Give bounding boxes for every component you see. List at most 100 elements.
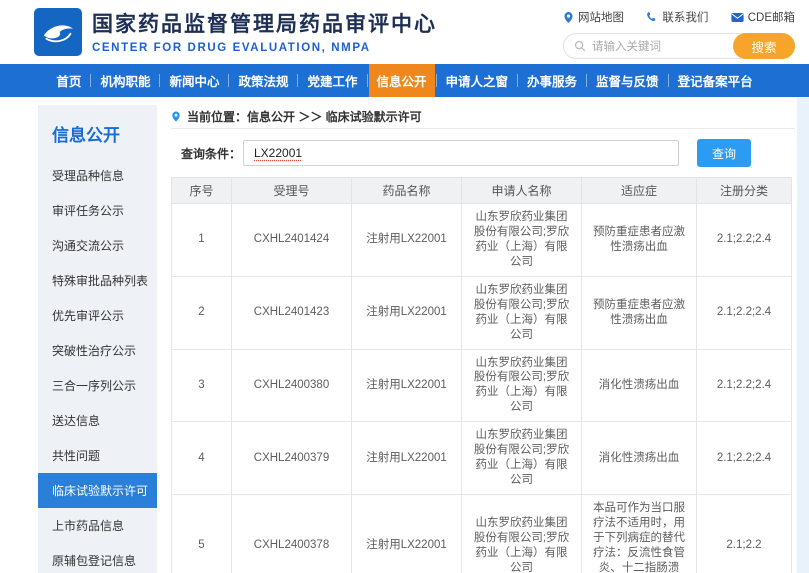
cell-seq: 1 — [172, 204, 232, 277]
cell-seq: 5 — [172, 495, 232, 573]
location-pin-icon — [563, 11, 574, 24]
cell-registration-class: 2.1;2.2;2.4 — [697, 204, 792, 277]
cell-registration-class: 2.1;2.2 — [697, 495, 792, 573]
link-sitemap-label: 网站地图 — [578, 9, 624, 25]
site-search-button[interactable]: 搜索 — [733, 33, 795, 59]
nav-separator — [668, 74, 669, 87]
results-table: 序号 受理号 药品名称 申请人名称 适应症 注册分类 1 CXHL2401424… — [171, 177, 792, 573]
nav-separator — [90, 74, 91, 87]
cell-indication: 预防重症患者应激性溃疡出血 — [582, 276, 697, 349]
cell-seq: 3 — [172, 349, 232, 422]
nav-separator — [517, 74, 518, 87]
link-contact[interactable]: 联系我们 — [646, 9, 708, 25]
col-indication: 适应症 — [582, 178, 697, 204]
main-area: 信息公开 受理品种信息 审评任务公示 沟通交流公示 特殊审批品种列表 优先审评公… — [0, 97, 809, 573]
col-drug-name: 药品名称 — [352, 178, 462, 204]
cell-acceptance-no: CXHL2401423 — [232, 276, 352, 349]
cell-indication: 消化性溃疡出血 — [582, 422, 697, 495]
cell-acceptance-no: CXHL2401424 — [232, 204, 352, 277]
query-label: 查询条件： — [171, 145, 243, 162]
search-icon — [574, 40, 586, 52]
sidebar-item-common-issues[interactable]: 共性问题 — [38, 438, 157, 473]
query-input-value: LX22001 — [254, 146, 302, 160]
table-header-row: 序号 受理号 药品名称 申请人名称 适应症 注册分类 — [172, 178, 792, 204]
table-row: 1 CXHL2401424 注射用LX22001 山东罗欣药业集团股份有限公司;… — [172, 204, 792, 277]
scrollbar-track[interactable] — [797, 97, 809, 573]
sidebar-item-three-in-one[interactable]: 三合一序列公示 — [38, 368, 157, 403]
nav-separator — [297, 74, 298, 87]
cell-registration-class: 2.1;2.2;2.4 — [697, 422, 792, 495]
nav-org-functions[interactable]: 机构职能 — [92, 64, 158, 97]
cell-seq: 2 — [172, 276, 232, 349]
table-row: 2 CXHL2401423 注射用LX22001 山东罗欣药业集团股份有限公司;… — [172, 276, 792, 349]
nav-separator — [586, 74, 587, 87]
nav-separator — [436, 74, 437, 87]
sidebar-item-communication[interactable]: 沟通交流公示 — [38, 228, 157, 263]
nav-separator — [159, 74, 160, 87]
col-applicant: 申请人名称 — [462, 178, 582, 204]
nav-separator — [228, 74, 229, 87]
link-cde-mail-label: CDE邮箱 — [748, 9, 795, 25]
site-title: 国家药品监督管理局药品审评中心 — [92, 8, 437, 38]
site-subtitle: CENTER FOR DRUG EVALUATION, NMPA — [92, 42, 437, 54]
link-contact-label: 联系我们 — [662, 9, 708, 25]
cell-applicant: 山东罗欣药业集团股份有限公司;罗欣药业（上海）有限公司 — [462, 422, 582, 495]
site-header: 国家药品监督管理局药品审评中心 CENTER FOR DRUG EVALUATI… — [0, 0, 809, 64]
sidebar-item-clinical-trial-default-license[interactable]: 临床试验默示许可 — [38, 473, 157, 508]
nav-info-disclosure[interactable]: 信息公开 — [369, 64, 435, 97]
sidebar-item-priority-review[interactable]: 优先审评公示 — [38, 298, 157, 333]
breadcrumb-text: 当前位置：信息公开 ＞＞ 临床试验默示许可 — [187, 108, 422, 125]
cde-logo — [34, 8, 82, 56]
query-input[interactable]: LX22001 — [243, 140, 679, 166]
cell-drug-name: 注射用LX22001 — [352, 276, 462, 349]
cell-drug-name: 注射用LX22001 — [352, 349, 462, 422]
sidebar-title: 信息公开 — [38, 105, 157, 158]
cell-indication: 预防重症患者应激性溃疡出血 — [582, 204, 697, 277]
nav-registration-platform[interactable]: 登记备案平台 — [670, 64, 761, 97]
cell-drug-name: 注射用LX22001 — [352, 495, 462, 573]
cell-acceptance-no: CXHL2400380 — [232, 349, 352, 422]
col-seq: 序号 — [172, 178, 232, 204]
sidebar-item-excipients-registration[interactable]: 原辅包登记信息 — [38, 543, 157, 573]
cell-drug-name: 注射用LX22001 — [352, 422, 462, 495]
sidebar: 信息公开 受理品种信息 审评任务公示 沟通交流公示 特殊审批品种列表 优先审评公… — [38, 105, 157, 573]
cell-applicant: 山东罗欣药业集团股份有限公司;罗欣药业（上海）有限公司 — [462, 276, 582, 349]
nav-party-building[interactable]: 党建工作 — [299, 64, 365, 97]
cell-acceptance-no: CXHL2400379 — [232, 422, 352, 495]
cell-applicant: 山东罗欣药业集团股份有限公司;罗欣药业（上海）有限公司 — [462, 349, 582, 422]
site-search-placeholder: 请输入关键词 — [592, 38, 661, 54]
nav-separator — [367, 74, 368, 87]
breadcrumb: 当前位置：信息公开 ＞＞ 临床试验默示许可 — [171, 105, 795, 129]
cell-registration-class: 2.1;2.2;2.4 — [697, 276, 792, 349]
mail-icon — [731, 12, 744, 23]
nav-supervision-feedback[interactable]: 监督与反馈 — [588, 64, 667, 97]
col-registration-class: 注册分类 — [697, 178, 792, 204]
query-section: 查询条件： LX22001 查询 — [171, 138, 795, 168]
nav-services[interactable]: 办事服务 — [519, 64, 585, 97]
content-area: 当前位置：信息公开 ＞＞ 临床试验默示许可 查询条件： LX22001 查询 序… — [171, 105, 795, 573]
query-button[interactable]: 查询 — [697, 139, 751, 167]
location-pin-icon — [171, 110, 181, 123]
col-acceptance-no: 受理号 — [232, 178, 352, 204]
sidebar-item-review-tasks[interactable]: 审评任务公示 — [38, 193, 157, 228]
sidebar-item-special-approval-list[interactable]: 特殊审批品种列表 — [38, 263, 157, 298]
sidebar-item-delivery-info[interactable]: 送达信息 — [38, 403, 157, 438]
nav-home[interactable]: 首页 — [48, 64, 89, 97]
link-cde-mail[interactable]: CDE邮箱 — [731, 9, 795, 25]
cell-indication: 本品可作为当口服疗法不适用时，用于下列病症的替代疗法：反流性食管炎、十二指肠溃疡… — [582, 495, 697, 573]
main-nav: 首页 机构职能 新闻中心 政策法规 党建工作 信息公开 申请人之窗 办事服务 监… — [0, 64, 809, 97]
cell-applicant: 山东罗欣药业集团股份有限公司;罗欣药业（上海）有限公司 — [462, 204, 582, 277]
table-row: 4 CXHL2400379 注射用LX22001 山东罗欣药业集团股份有限公司;… — [172, 422, 792, 495]
sidebar-item-breakthrough-therapy[interactable]: 突破性治疗公示 — [38, 333, 157, 368]
sidebar-item-marketed-drugs[interactable]: 上市药品信息 — [38, 508, 157, 543]
link-sitemap[interactable]: 网站地图 — [563, 9, 624, 25]
nav-applicant-window[interactable]: 申请人之窗 — [438, 64, 517, 97]
sidebar-item-accepted-varieties[interactable]: 受理品种信息 — [38, 158, 157, 193]
nav-news-center[interactable]: 新闻中心 — [161, 64, 227, 97]
nav-policies[interactable]: 政策法规 — [230, 64, 296, 97]
table-row: 3 CXHL2400380 注射用LX22001 山东罗欣药业集团股份有限公司;… — [172, 349, 792, 422]
cell-applicant: 山东罗欣药业集团股份有限公司;罗欣药业（上海）有限公司 — [462, 495, 582, 573]
table-row: 5 CXHL2400378 注射用LX22001 山东罗欣药业集团股份有限公司;… — [172, 495, 792, 573]
swallow-logo-icon — [38, 12, 78, 52]
cell-indication: 消化性溃疡出血 — [582, 349, 697, 422]
